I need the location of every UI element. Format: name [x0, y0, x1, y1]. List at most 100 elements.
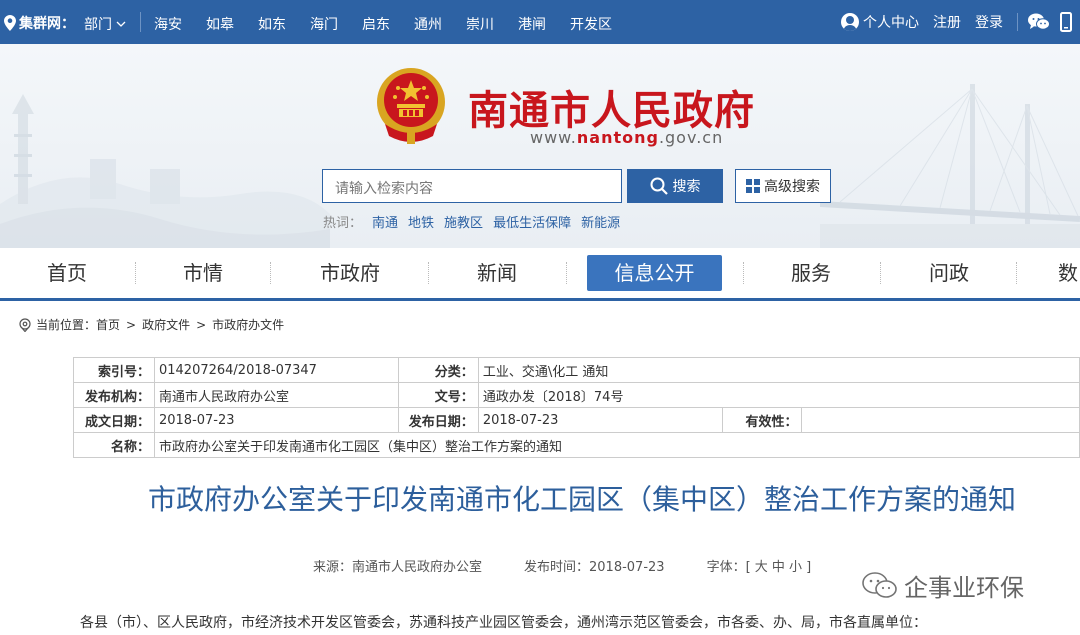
divider: [140, 12, 141, 32]
category-label: 分类：: [397, 357, 479, 383]
city-link-rugao[interactable]: 如皋: [206, 14, 234, 34]
doc-number-label: 文号：: [397, 382, 479, 408]
dept-dropdown[interactable]: 部门: [84, 14, 126, 34]
dept-label: 部门: [84, 17, 112, 33]
divider: [270, 262, 271, 284]
divider: [880, 262, 881, 284]
grid-icon: [746, 179, 760, 193]
hot-words-label: 热词：: [323, 216, 363, 231]
publisher-value: 南通市人民政府办公室: [153, 382, 399, 408]
article-publish-time: 发布时间：2018-07-23: [524, 560, 665, 575]
article-body-first-line: 各县（市）、区人民政府，市经济技术开发区管委会，苏通科技产业园区管委会，通州湾示…: [80, 615, 927, 631]
nav-services[interactable]: 服务: [764, 248, 858, 298]
location-pin-icon: [4, 15, 16, 31]
hot-words: 热词： 南通 地铁 施教区 最低生活保障 新能源: [323, 212, 620, 231]
wechat-watermark: 企事业环保: [862, 568, 1024, 603]
city-link-haimen[interactable]: 海门: [310, 14, 338, 34]
article-title: 市政府办公室关于印发南通市化工园区（集中区）整治工作方案的通知: [147, 483, 1016, 516]
divider: [135, 262, 136, 284]
index-label: 索引号：: [73, 357, 155, 383]
watermark-text: 企事业环保: [904, 574, 1024, 602]
national-emblem-icon: [377, 68, 445, 144]
nav-data[interactable]: 数: [1058, 248, 1080, 298]
hot-word-link[interactable]: 新能源: [581, 212, 620, 231]
made-date-value: 2018-07-23: [153, 407, 399, 433]
login-link[interactable]: 登录: [975, 12, 1003, 32]
top-bar: 集群网： 部门 海安 如皋 如东 海门 启东 通州 崇川 港闸 开发区 个人中心…: [0, 0, 1080, 44]
wechat-link[interactable]: [1028, 13, 1050, 31]
publish-date-value: 2018-07-23: [477, 407, 723, 433]
breadcrumb-label: 当前位置：: [36, 318, 97, 332]
city-link-kaifaqu[interactable]: 开发区: [570, 14, 612, 34]
location-selector[interactable]: 集群网：: [4, 13, 75, 33]
bridge-right-illustration: [820, 84, 1080, 248]
mobile-phone-icon: [1060, 12, 1072, 32]
city-link-tongzhou[interactable]: 通州: [414, 14, 442, 34]
search-icon: [650, 177, 668, 195]
search-button[interactable]: 搜索: [627, 169, 723, 203]
nav-info-disclosure[interactable]: 信息公开: [587, 255, 722, 291]
city-links: 海安 如皋 如东 海门 启东 通州 崇川 港闸 开发区: [154, 14, 636, 34]
category-value: 工业、交通\化工 通知: [477, 357, 1080, 383]
validity-value: [801, 407, 1080, 433]
mobile-link[interactable]: [1060, 12, 1072, 32]
hot-word-link[interactable]: 最低生活保障: [493, 212, 571, 231]
nav-city-info[interactable]: 市情: [156, 248, 250, 298]
nav-news[interactable]: 新闻: [450, 248, 544, 298]
divider: [1017, 13, 1018, 31]
user-center-link[interactable]: 个人中心: [841, 12, 919, 32]
skyline-left-illustration: [0, 94, 330, 248]
user-icon: [841, 13, 859, 31]
site-url: www.nantong.gov.cn: [530, 128, 724, 147]
city-link-gangzha[interactable]: 港闸: [518, 14, 546, 34]
breadcrumb: 当前位置： 首页 > 政府文件 > 市政府办文件: [18, 316, 284, 333]
table-row: 成文日期： 2018-07-23 发布日期： 2018-07-23 有效性：: [73, 407, 1080, 433]
doc-number-value: 通政办发〔2018〕74号: [477, 382, 1080, 408]
chevron-right-icon: >: [196, 317, 207, 332]
user-center-label: 个人中心: [863, 15, 919, 31]
divider: [1016, 262, 1017, 284]
register-link[interactable]: 注册: [933, 12, 961, 32]
wechat-icon: [1028, 13, 1050, 30]
article-source: 来源：南通市人民政府办公室: [313, 560, 483, 575]
hot-word-link[interactable]: 南通: [372, 212, 398, 231]
city-link-haian[interactable]: 海安: [154, 14, 182, 34]
chevron-right-icon: >: [126, 317, 137, 332]
font-size-switcher[interactable]: 字体：[ 大 中 小 ]: [707, 556, 812, 575]
nav-government[interactable]: 市政府: [303, 248, 397, 298]
city-link-qidong[interactable]: 启东: [362, 14, 390, 34]
search-input[interactable]: 请输入检索内容: [322, 169, 622, 203]
table-row: 索引号： 014207264/2018-07347 分类： 工业、交通\化工 通…: [73, 357, 1080, 383]
location-label: 集群网：: [19, 16, 75, 32]
user-links: 个人中心 注册 登录: [841, 10, 1080, 34]
article-meta: 来源：南通市人民政府办公室 发布时间：2018-07-23 字体：[ 大 中 小…: [313, 556, 853, 575]
name-label: 名称：: [73, 432, 155, 458]
made-date-label: 成文日期：: [73, 407, 155, 433]
header-banner: 南通市人民政府 www.nantong.gov.cn 请输入检索内容 搜索 高级…: [0, 44, 1080, 248]
chevron-down-icon: [116, 21, 126, 27]
table-row: 发布机构： 南通市人民政府办公室 文号： 通政办发〔2018〕74号: [73, 382, 1080, 408]
nav-home[interactable]: 首页: [20, 248, 114, 298]
breadcrumb-home[interactable]: 首页: [96, 316, 120, 333]
index-value: 014207264/2018-07347: [153, 357, 399, 383]
table-row: 名称： 市政府办公室关于印发南通市化工园区（集中区）整治工作方案的通知: [73, 432, 1080, 458]
wechat-icon: [862, 571, 897, 598]
advanced-search-button[interactable]: 高级搜索: [735, 169, 831, 203]
divider: [428, 262, 429, 284]
location-pin-icon: [19, 317, 31, 332]
name-value: 市政府办公室关于印发南通市化工园区（集中区）整治工作方案的通知: [153, 432, 1080, 458]
search-button-label: 搜索: [672, 179, 701, 195]
nav-inquiry[interactable]: 问政: [902, 248, 996, 298]
city-link-chongchuan[interactable]: 崇川: [466, 14, 494, 34]
divider: [743, 262, 744, 284]
publish-date-label: 发布日期：: [397, 407, 479, 433]
main-nav: 首页 市情 市政府 新闻 信息公开 服务 问政 数: [0, 248, 1080, 301]
hot-word-link[interactable]: 施教区: [444, 212, 483, 231]
city-link-rudong[interactable]: 如东: [258, 14, 286, 34]
validity-label: 有效性：: [721, 407, 803, 433]
advanced-search-label: 高级搜索: [764, 179, 820, 195]
hot-word-link[interactable]: 地铁: [408, 212, 434, 231]
document-info-table: 索引号： 014207264/2018-07347 分类： 工业、交通\化工 通…: [73, 357, 1080, 458]
breadcrumb-office-docs[interactable]: 市政府办文件: [212, 316, 284, 333]
breadcrumb-gov-docs[interactable]: 政府文件: [142, 316, 190, 333]
